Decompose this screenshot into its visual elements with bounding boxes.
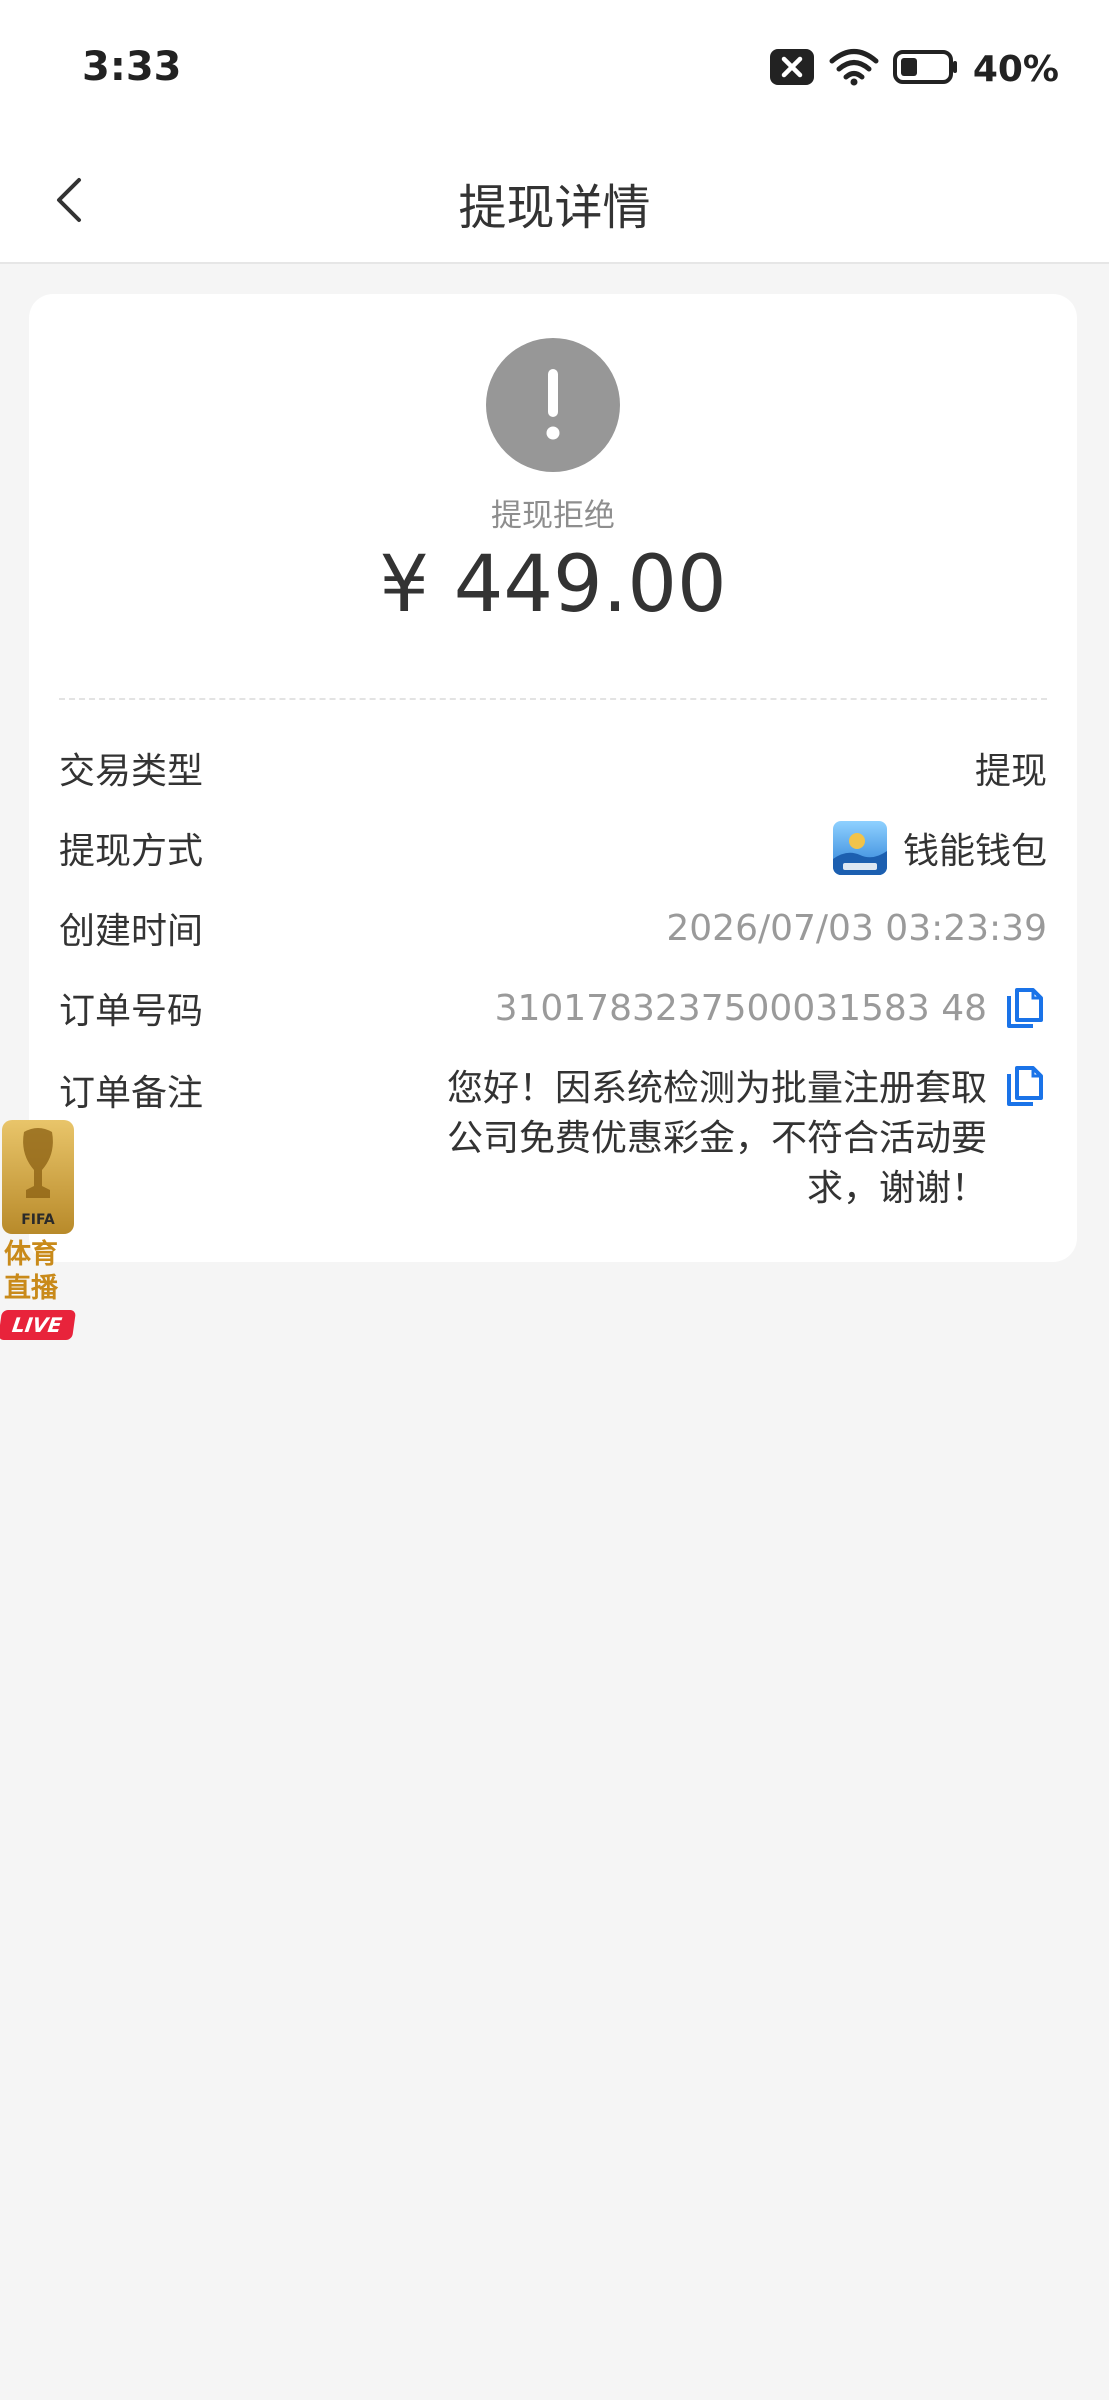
sports-live-promo[interactable]: FIFA 体育 直播 LIVE bbox=[0, 1120, 77, 1348]
wallet-app-icon bbox=[832, 821, 887, 875]
row-order-remark: 订单备注 您好！因系统检测为批量注册套取公司免费优惠彩金，不符合活动要求，谢谢！ bbox=[59, 1064, 1047, 1224]
signal-x-icon bbox=[769, 48, 815, 90]
row-withdraw-method: 提现方式 钱能钱包 bbox=[59, 818, 1047, 878]
page-title: 提现详情 bbox=[458, 180, 651, 236]
nav-bar: 提现详情 bbox=[0, 140, 1109, 264]
exclamation-icon bbox=[486, 338, 620, 472]
dashed-divider bbox=[59, 698, 1047, 700]
copy-icon[interactable] bbox=[1003, 986, 1047, 1030]
status-time: 3:33 bbox=[82, 44, 182, 90]
battery-icon bbox=[892, 49, 959, 89]
row-value: 3101783237500031583 48 bbox=[495, 986, 1047, 1030]
promo-line2: 直播 bbox=[4, 1273, 58, 1304]
row-transaction-type: 交易类型 提现 bbox=[59, 738, 1047, 798]
row-label: 交易类型 bbox=[59, 751, 204, 792]
row-created-time: 创建时间 2026/07/03 03:23:39 bbox=[59, 898, 1047, 958]
status-icons: 40% bbox=[769, 44, 1059, 94]
trophy-icon: FIFA bbox=[2, 1120, 74, 1234]
row-value: 提现 bbox=[974, 751, 1047, 792]
wifi-icon bbox=[829, 48, 879, 90]
row-label: 提现方式 bbox=[59, 831, 204, 872]
method-value: 钱能钱包 bbox=[902, 831, 1047, 872]
row-label: 创建时间 bbox=[59, 911, 204, 952]
row-label: 订单备注 bbox=[59, 1073, 204, 1114]
promo-line1: 体育 bbox=[4, 1239, 58, 1270]
status-bar: 3:33 40% bbox=[0, 0, 1109, 140]
promo-fifa-text: FIFA bbox=[21, 1212, 55, 1228]
row-value: 2026/07/03 03:23:39 bbox=[666, 907, 1047, 949]
row-label: 订单号码 bbox=[59, 991, 204, 1032]
promo-title: 体育 直播 bbox=[4, 1238, 74, 1306]
withdrawal-detail-card: 提现拒绝 ¥ 449.00 交易类型 提现 提现方式 钱能钱包 创建时间 202… bbox=[29, 294, 1077, 1262]
remark-text: 您好！因系统检测为批量注册套取公司免费优惠彩金，不符合活动要求，谢谢！ bbox=[447, 1068, 988, 1209]
live-badge: LIVE bbox=[0, 1310, 77, 1340]
row-order-number: 订单号码 3101783237500031583 48 bbox=[59, 978, 1047, 1038]
copy-icon[interactable] bbox=[1003, 1064, 1047, 1108]
order-number: 3101783237500031583 48 bbox=[494, 987, 987, 1029]
row-value: 钱能钱包 bbox=[832, 821, 1047, 875]
battery-percent: 40% bbox=[972, 48, 1059, 90]
status-text: 提现拒绝 bbox=[491, 498, 615, 534]
amount: ¥ 449.00 bbox=[379, 540, 727, 630]
